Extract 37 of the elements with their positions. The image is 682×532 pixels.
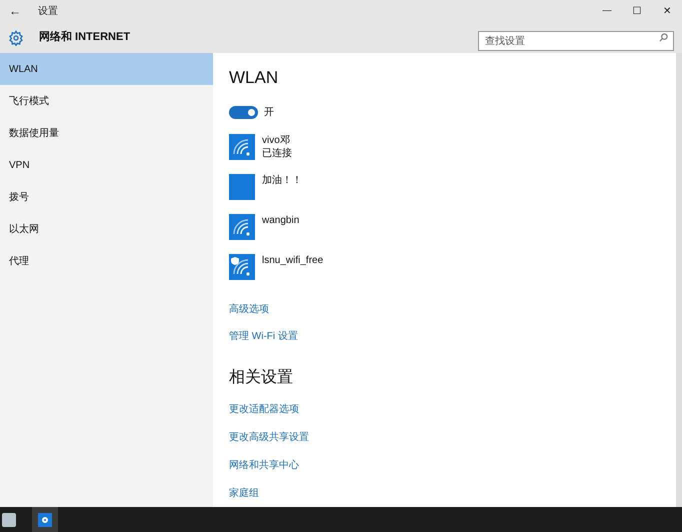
network-tile-icon (229, 174, 255, 200)
network-name[interactable]: 加油！！ (262, 174, 302, 186)
toggle-label: 开 (264, 106, 274, 120)
network-tile-icon (229, 214, 255, 240)
sidebar-item[interactable]: 代理 (0, 245, 213, 277)
minimize-button[interactable]: — (592, 4, 622, 18)
sidebar-item[interactable]: VPN (0, 149, 213, 181)
maximize-button[interactable]: ☐ (622, 4, 652, 18)
sidebar-item[interactable]: 拨号 (0, 181, 213, 213)
network-tile-icon (229, 254, 255, 280)
network-status: 已连接 (262, 146, 292, 160)
desktop-icon[interactable] (2, 512, 16, 526)
search-field[interactable]: 查找设置 (478, 31, 674, 51)
settings-link[interactable]: 更改适配器选项 (229, 402, 660, 416)
wlan-toggle[interactable] (229, 106, 258, 118)
settings-link[interactable]: 家庭组 (229, 486, 660, 500)
section-heading: WLAN (229, 67, 280, 89)
section-heading: 相关设置 (229, 368, 294, 388)
window-title: 设置 (38, 4, 58, 18)
network-name[interactable]: lsnu_wifi_free (262, 254, 324, 266)
network-name[interactable]: vivo邓 (262, 134, 292, 146)
back-button[interactable]: ← (0, 2, 30, 20)
settings-icon (8, 30, 24, 46)
settings-link[interactable]: 高级选项 (229, 302, 660, 316)
taskbar-settings-icon[interactable] (32, 507, 58, 532)
sidebar-item[interactable]: 数据使用量 (0, 117, 213, 149)
sidebar-item[interactable]: 飞行模式 (0, 85, 213, 117)
sidebar-item[interactable]: 以太网 (0, 213, 213, 245)
search-icon (659, 32, 668, 42)
network-name[interactable]: wangbin (262, 214, 300, 226)
settings-link[interactable]: 网络和共享中心 (229, 458, 660, 472)
sidebar-item[interactable]: WLAN (0, 53, 213, 85)
settings-link[interactable]: 更改高级共享设置 (229, 430, 660, 444)
settings-link[interactable]: 管理 Wi-Fi 设置 (229, 328, 660, 344)
network-tile-icon (229, 134, 255, 160)
page-title: 网络和 INTERNET (39, 30, 130, 46)
close-button[interactable]: ✕ (652, 4, 682, 18)
